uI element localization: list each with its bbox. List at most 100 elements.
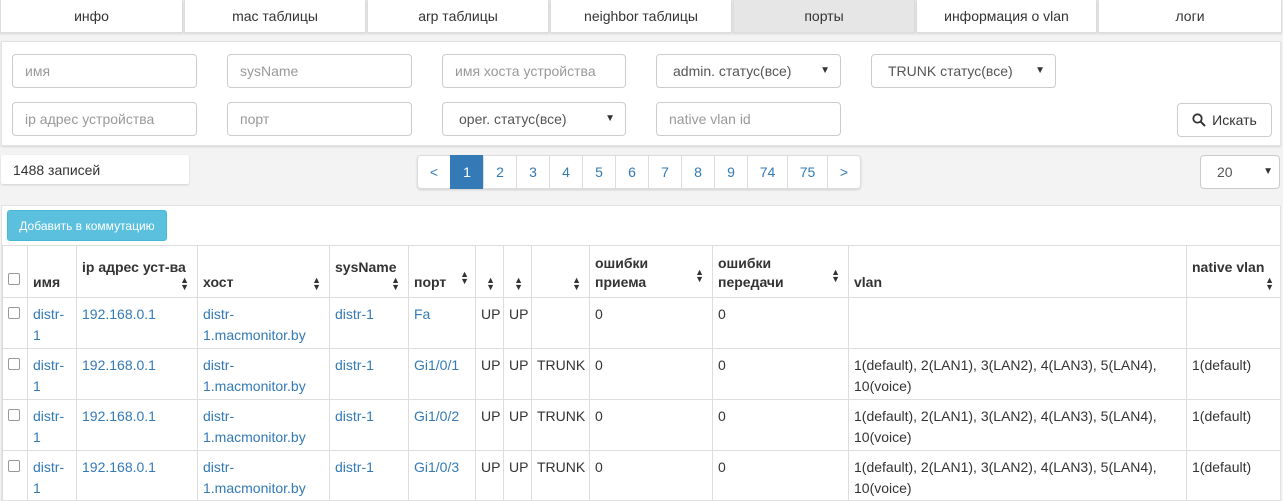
table-header-row: имя ip адрес уст-ва ▲ ▼ хост ▲ ▼ sysName ▲ ▼ п… [2, 245, 1280, 298]
col-trunk-header[interactable]: ▲ ▼ [531, 245, 590, 298]
device-ip-link[interactable]: 192.168.0.1 [82, 306, 156, 322]
search-icon [1192, 113, 1206, 127]
native-vlan-cell: 1(default) [1186, 399, 1280, 451]
col-sysname-label: sysName [335, 259, 397, 275]
hostname-filter-input[interactable] [442, 54, 626, 88]
port-link[interactable]: Fa [414, 306, 430, 322]
trunk-cell: TRUNK [531, 450, 590, 500]
col-name-label: имя [33, 274, 61, 290]
admin-status-select[interactable]: admin. статус(все) ▼ [656, 54, 841, 88]
device-host-link[interactable]: distr-1.macmonitor.by [203, 306, 306, 343]
pagination-page-4[interactable]: 4 [549, 155, 583, 189]
oper-status-cell: UP [503, 450, 532, 500]
col-vlan-header[interactable]: vlan [848, 245, 1187, 298]
device-sysname-link[interactable]: distr-1 [335, 357, 374, 373]
caret-down-icon: ▼ [605, 113, 615, 124]
pagination-next[interactable]: > [827, 155, 861, 189]
tab-bar: инфо mac таблицы arp таблицы neighbor та… [0, 0, 1283, 34]
device-host-link[interactable]: distr-1.macmonitor.by [203, 408, 306, 445]
device-ip-link[interactable]: 192.168.0.1 [82, 459, 156, 475]
port-link[interactable]: Gi1/0/2 [414, 408, 459, 424]
rx-errors-cell: 0 [589, 348, 713, 400]
pagination-page-7[interactable]: 7 [648, 155, 682, 189]
col-name-header[interactable]: имя [27, 245, 77, 298]
ports-table-panel: Добавить в коммутацию имя ip адрес уст-в… [1, 205, 1281, 501]
row-checkbox[interactable] [8, 358, 20, 370]
oper-status-select[interactable]: oper. статус(все) ▼ [442, 102, 626, 136]
col-port-label: порт [414, 274, 447, 290]
sysname-filter-input[interactable] [227, 54, 412, 88]
pagination: < 1 2 3 4 5 6 7 8 9 74 75 > [417, 155, 861, 189]
device-ip-link[interactable]: 192.168.0.1 [82, 357, 156, 373]
col-port-header[interactable]: порт ▲ ▼ [408, 245, 476, 298]
col-rx-errors-header[interactable]: ошибки приема ▲ ▼ [589, 245, 713, 298]
trunk-status-select[interactable]: TRUNK статус(все) ▼ [871, 54, 1056, 88]
col-tx-errors-header[interactable]: ошибки передачи ▲ ▼ [712, 245, 849, 298]
tab-ports[interactable]: порты [733, 0, 915, 33]
native-vlan-cell: 1(default) [1186, 348, 1280, 400]
tx-errors-cell: 0 [712, 297, 849, 349]
col-native-vlan-header[interactable]: native vlan ▲ ▼ [1186, 245, 1280, 298]
rx-errors-cell: 0 [589, 399, 713, 451]
table-row: distr-1 192.168.0.1 distr-1.macmonitor.b… [2, 399, 1280, 451]
device-name-link[interactable]: distr-1 [33, 408, 64, 445]
port-filter-input[interactable] [227, 102, 412, 136]
tx-errors-cell: 0 [712, 399, 849, 451]
device-host-link[interactable]: distr-1.macmonitor.by [203, 459, 306, 496]
row-checkbox[interactable] [8, 307, 20, 319]
pagination-page-74[interactable]: 74 [747, 155, 788, 189]
pagination-page-5[interactable]: 5 [582, 155, 616, 189]
device-name-link[interactable]: distr-1 [33, 357, 64, 394]
vlan-cell [848, 297, 1187, 349]
device-name-link[interactable]: distr-1 [33, 306, 64, 343]
search-button[interactable]: Искать [1177, 103, 1272, 137]
col-rx-errors-label: ошибки приема [595, 255, 649, 290]
tab-neighbor-tables[interactable]: neighbor таблицы [550, 0, 732, 33]
tab-mac-tables[interactable]: mac таблицы [184, 0, 366, 33]
device-sysname-link[interactable]: distr-1 [335, 306, 374, 322]
pagination-page-75[interactable]: 75 [787, 155, 828, 189]
port-link[interactable]: Gi1/0/3 [414, 459, 459, 475]
pagination-page-2[interactable]: 2 [483, 155, 517, 189]
row-checkbox[interactable] [8, 460, 20, 472]
select-all-header [2, 245, 28, 298]
page-size-select[interactable]: 20 ▼ [1200, 155, 1280, 189]
port-link[interactable]: Gi1/0/1 [414, 357, 459, 373]
col-vlan-label: vlan [854, 274, 883, 290]
select-all-checkbox[interactable] [8, 273, 20, 285]
vlan-cell: 1(default), 2(LAN1), 3(LAN2), 4(LAN3), 5… [848, 348, 1187, 400]
caret-down-icon: ▼ [1263, 166, 1273, 177]
tab-arp-tables[interactable]: arp таблицы [367, 0, 549, 33]
device-sysname-link[interactable]: distr-1 [335, 408, 374, 424]
device-host-link[interactable]: distr-1.macmonitor.by [203, 357, 306, 394]
device-ip-link[interactable]: 192.168.0.1 [82, 408, 156, 424]
col-sysname-header[interactable]: sysName ▲ ▼ [329, 245, 409, 298]
pagination-page-1[interactable]: 1 [450, 155, 484, 189]
tab-logs[interactable]: логи [1098, 0, 1282, 33]
admin-status-cell: UP [475, 450, 504, 500]
ip-filter-input[interactable] [12, 102, 197, 136]
name-filter-input[interactable] [12, 54, 197, 88]
col-ip-header[interactable]: ip адрес уст-ва ▲ ▼ [76, 245, 198, 298]
add-to-commutation-button[interactable]: Добавить в коммутацию [7, 210, 167, 241]
pagination-page-3[interactable]: 3 [516, 155, 550, 189]
rx-errors-cell: 0 [589, 297, 713, 349]
oper-status-value: oper. статус(все) [459, 111, 567, 127]
tab-vlan-info[interactable]: информация о vlan [916, 0, 1097, 33]
native-vlan-filter-input[interactable] [656, 102, 841, 136]
row-checkbox[interactable] [8, 409, 20, 421]
pagination-page-9[interactable]: 9 [714, 155, 748, 189]
col-admin-status-header[interactable]: ▲ ▼ [475, 245, 504, 298]
pagination-page-6[interactable]: 6 [615, 155, 649, 189]
col-oper-status-header[interactable]: ▲ ▼ [503, 245, 532, 298]
pagination-prev[interactable]: < [417, 155, 451, 189]
native-vlan-cell [1186, 297, 1280, 349]
pagination-page-8[interactable]: 8 [681, 155, 715, 189]
oper-status-cell: UP [503, 348, 532, 400]
device-name-link[interactable]: distr-1 [33, 459, 64, 496]
trunk-status-value: TRUNK статус(все) [888, 63, 1013, 79]
col-host-header[interactable]: хост ▲ ▼ [197, 245, 330, 298]
device-sysname-link[interactable]: distr-1 [335, 459, 374, 475]
trunk-cell: TRUNK [531, 399, 590, 451]
tab-info[interactable]: инфо [0, 0, 183, 33]
